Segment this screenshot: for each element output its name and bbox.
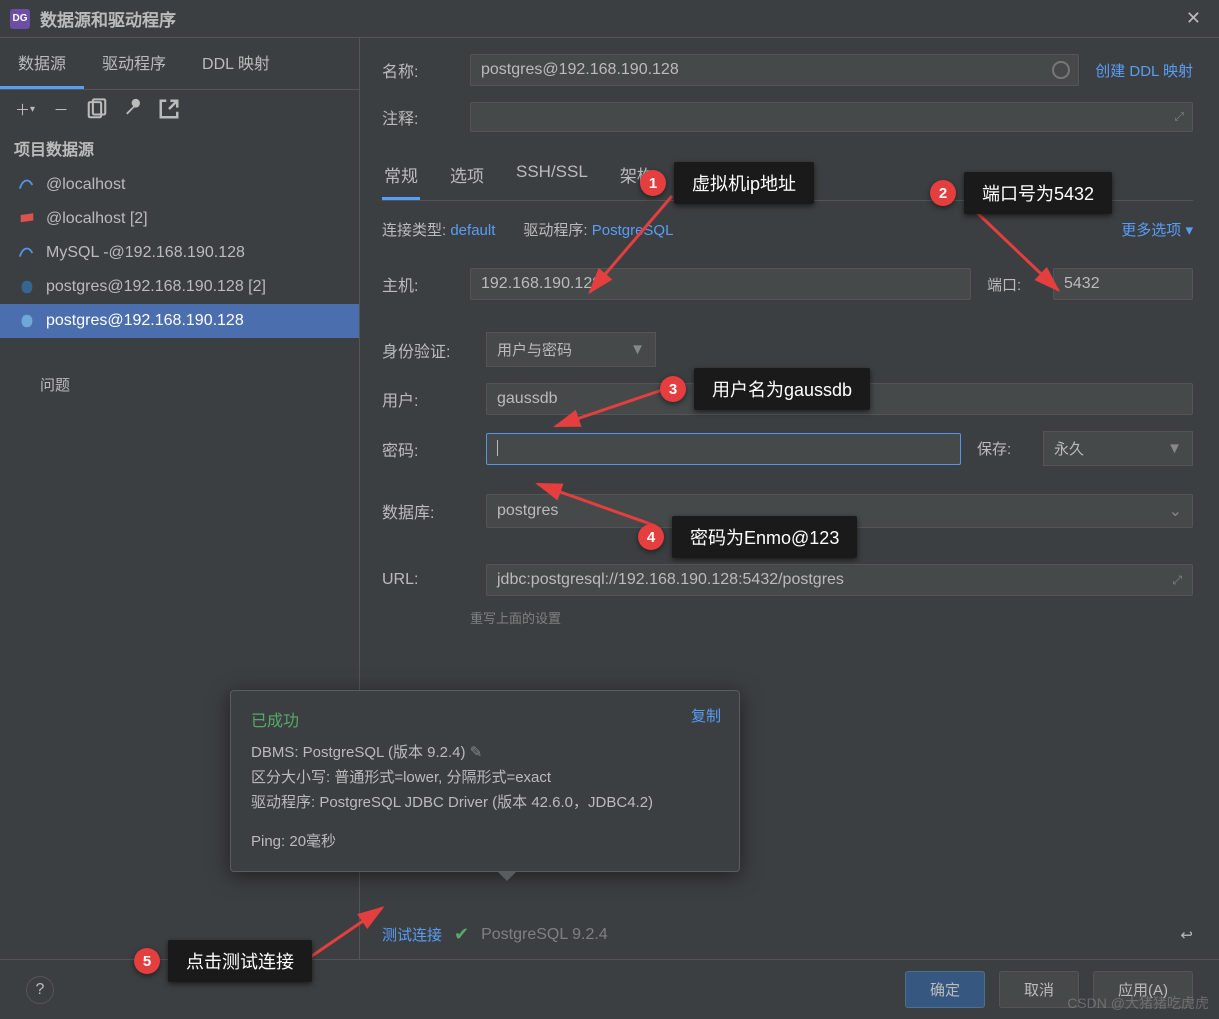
host-input[interactable]: 192.168.190.128 [470,268,971,300]
success-popup: 已成功 复制 DBMS: PostgreSQL (版本 9.2.4) ✎ 区分大… [230,690,740,872]
mysql-icon [18,176,36,194]
watermark: CSDN @大猪猪吃虎虎 [1067,993,1209,1013]
comment-label: 注释: [382,105,454,129]
postgresql-icon [18,278,36,296]
ds-item[interactable]: MySQL -@192.168.190.128 [0,236,359,270]
revert-icon[interactable]: ↩ [1180,926,1193,944]
comment-input[interactable]: ⤢ [470,102,1193,132]
auth-select[interactable]: 用户与密码 ▼ [486,332,656,367]
tab-schemas[interactable]: 架构 [618,154,656,200]
tab-ssh-ssl[interactable]: SSH/SSL [514,154,590,200]
driver-value[interactable]: PostgreSQL [592,222,674,239]
tab-advanced[interactable]: 高级 [684,154,722,200]
ds-label: @localhost [46,176,125,194]
mysql-icon [18,244,36,262]
popup-ping: Ping: 20毫秒 [251,830,719,851]
auth-label: 身份验证: [382,338,470,362]
sidebar-toolbar: ＋▾ － [0,90,359,128]
name-label: 名称: [382,58,454,82]
close-icon[interactable]: ✕ [1178,4,1209,33]
ds-item[interactable]: @localhost [0,168,359,202]
connection-tabs: 常规 选项 SSH/SSL 架构 高级 [382,154,1193,201]
postgresql-icon [18,312,36,330]
expand-icon[interactable]: ⤢ [1172,573,1182,588]
user-input[interactable]: gaussdb [486,383,1193,415]
chevron-down-icon: ▾ [1185,222,1193,239]
ds-label: @localhost [2] [46,210,148,228]
tab-general[interactable]: 常规 [382,154,420,200]
port-label: 端口: [987,274,1037,295]
tab-options[interactable]: 选项 [448,154,486,200]
tab-datasources[interactable]: 数据源 [0,38,84,89]
add-icon[interactable]: ＋▾ [14,98,36,120]
url-hint: 重写上面的设置 [470,608,1193,627]
popup-line: 区分大小写: 普通形式=lower, 分隔形式=exact [251,766,719,787]
ds-item-selected[interactable]: postgres@192.168.190.128 [0,304,359,338]
redis-icon [18,210,36,228]
driver-label: 驱动程序: [523,222,587,239]
section-header: 项目数据源 [0,128,359,168]
window-title: 数据源和驱动程序 [40,6,176,31]
port-input[interactable]: 5432 [1053,268,1193,300]
help-icon[interactable]: ? [26,976,54,1004]
expand-icon[interactable]: ⤢ [1174,110,1184,125]
host-label: 主机: [382,272,454,296]
password-input[interactable] [486,433,961,465]
conn-type-value[interactable]: default [450,222,495,239]
database-input[interactable]: postgres ⌄ [486,494,1193,528]
app-icon: DG [10,9,30,29]
remove-icon[interactable]: － [50,98,72,120]
color-circle-icon[interactable] [1052,61,1070,79]
popup-line: 驱动程序: PostgreSQL JDBC Driver (版本 42.6.0，… [251,791,719,812]
bottombar: ? 确定 取消 应用(A) [0,959,1219,1019]
sidebar-problems[interactable]: 问题 [0,338,359,431]
password-label: 密码: [382,437,470,461]
chevron-down-icon: ▼ [630,341,645,358]
ds-label: postgres@192.168.190.128 [46,312,244,330]
ds-label: postgres@192.168.190.128 [2] [46,278,266,296]
version-text: PostgreSQL 9.2.4 [481,926,608,944]
ds-item[interactable]: postgres@192.168.190.128 [2] [0,270,359,304]
pencil-icon[interactable]: ✎ [470,744,483,761]
database-label: 数据库: [382,499,470,523]
ds-item[interactable]: @localhost [2] [0,202,359,236]
name-input[interactable]: postgres@192.168.190.128 [470,54,1079,86]
copy-link[interactable]: 复制 [691,705,721,726]
save-select[interactable]: 永久 ▼ [1043,431,1193,466]
test-connection-link[interactable]: 测试连接 [382,924,442,945]
conn-type-label: 连接类型: [382,222,446,239]
wrench-icon[interactable] [122,98,144,120]
chevron-down-icon[interactable]: ⌄ [1169,501,1182,521]
save-label: 保存: [977,438,1027,459]
titlebar: DG 数据源和驱动程序 ✕ [0,0,1219,38]
tab-drivers[interactable]: 驱动程序 [84,38,184,89]
check-icon: ✔ [454,924,469,945]
chevron-down-icon: ▼ [1167,440,1182,457]
more-options-link[interactable]: 更多选项 ▾ [1121,219,1193,240]
user-label: 用户: [382,387,470,411]
popup-line: DBMS: PostgreSQL (版本 9.2.4) ✎ [251,741,719,762]
tab-ddl-mapping[interactable]: DDL 映射 [184,38,288,89]
url-input[interactable]: jdbc:postgresql://192.168.190.128:5432/p… [486,564,1193,596]
success-label: 已成功 [251,707,719,731]
ok-button[interactable]: 确定 [905,971,985,1008]
ds-label: MySQL -@192.168.190.128 [46,244,245,262]
create-ddl-link[interactable]: 创建 DDL 映射 [1095,60,1193,81]
url-label: URL: [382,571,470,589]
external-icon[interactable] [158,98,180,120]
sidebar-tabs: 数据源 驱动程序 DDL 映射 [0,38,359,90]
copy-icon[interactable] [86,98,108,120]
